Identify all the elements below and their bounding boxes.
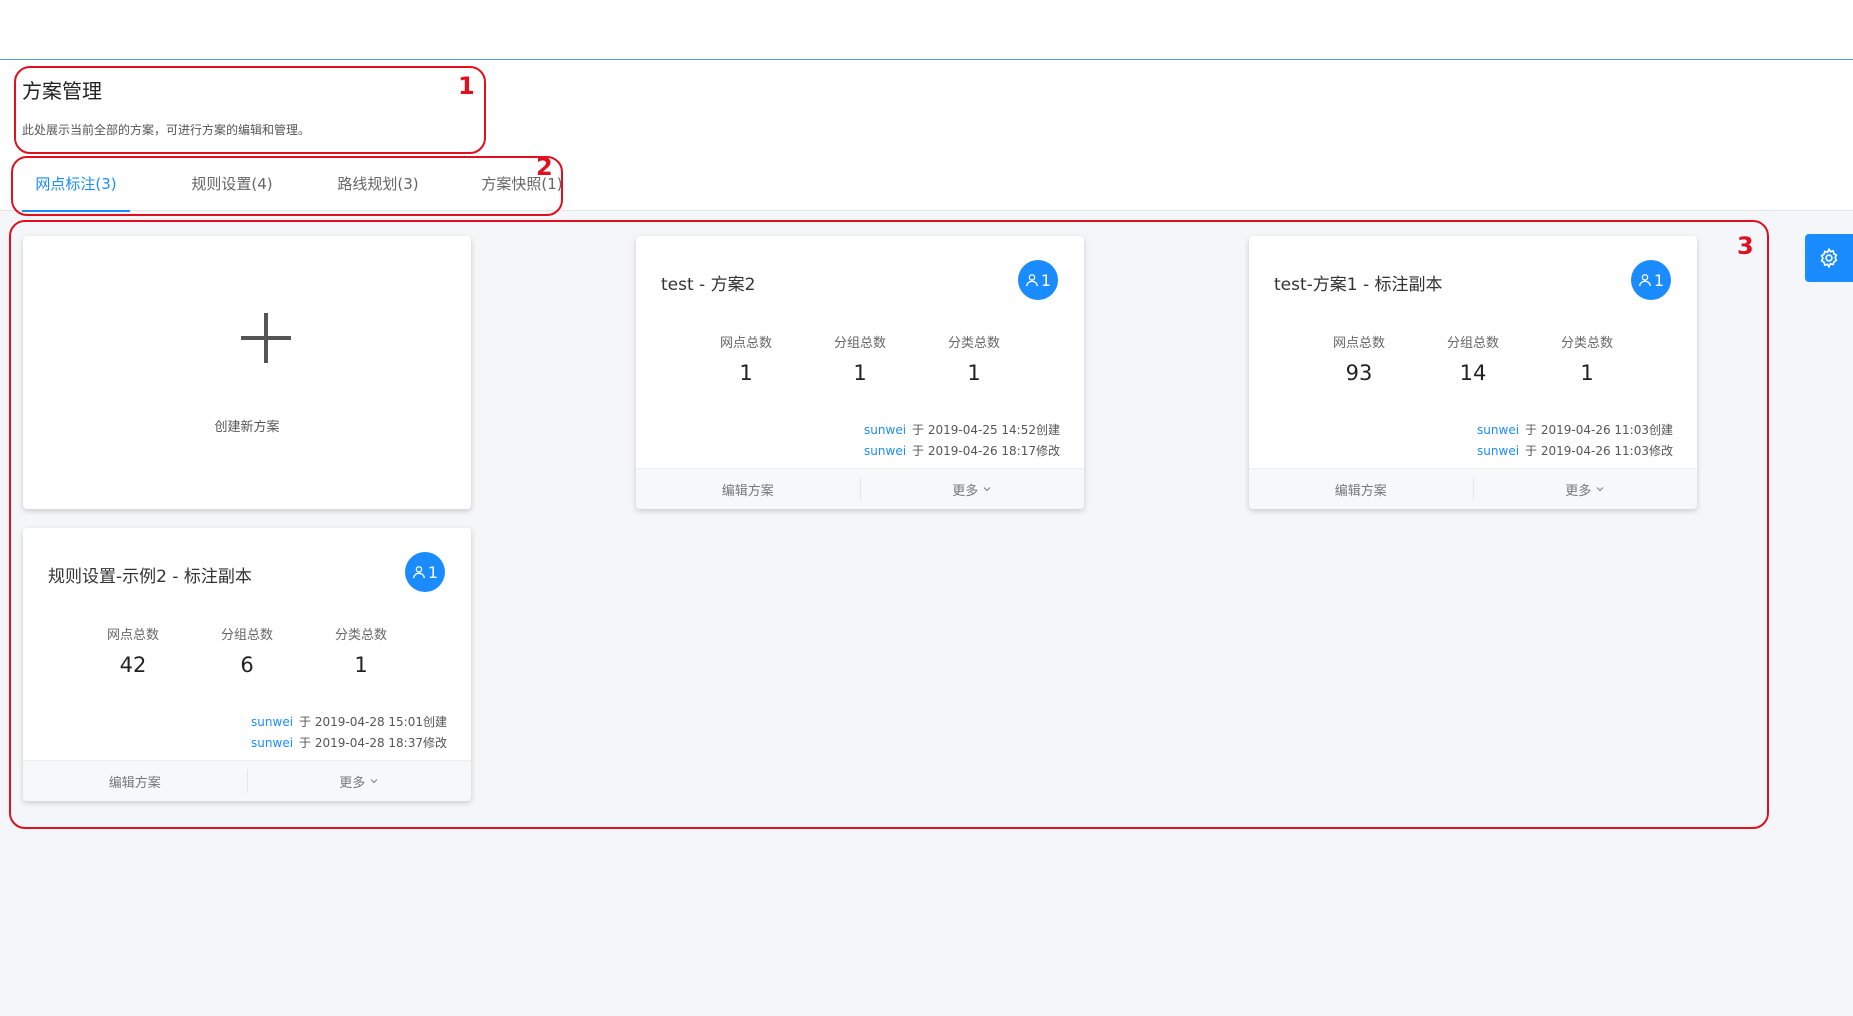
edit-plan-button[interactable]: 编辑方案 [636, 469, 860, 509]
create-plan-card[interactable]: 创建新方案 [23, 236, 471, 509]
user-count: 1 [1040, 270, 1052, 290]
stat-groups: 分组总数 1 [833, 336, 886, 385]
plan-card: test-方案1 - 标注副本 1 网点总数 93 分组总数 14 分类总数 1… [1249, 236, 1697, 509]
plan-title: 规则设置-示例2 - 标注副本 [48, 567, 252, 587]
stat-points: 网点总数 1 [719, 336, 772, 385]
tab-rule-settings[interactable]: 规则设置(4) [172, 172, 292, 210]
page-description: 此处展示当前全部的方案，可进行方案的编辑和管理。 [22, 123, 311, 137]
modifier-link[interactable]: sunwei [251, 736, 293, 750]
card-footer: 编辑方案 更多 [636, 468, 1084, 509]
stat-points: 网点总数 93 [1332, 336, 1385, 385]
creator-link[interactable]: sunwei [1477, 423, 1519, 437]
edit-plan-button[interactable]: 编辑方案 [23, 761, 247, 801]
stat-points: 网点总数 42 [106, 628, 159, 677]
stat-categories: 分类总数 1 [334, 628, 387, 677]
more-button[interactable]: 更多 [248, 761, 472, 801]
card-footer: 编辑方案 更多 [23, 760, 471, 801]
user-count-badge[interactable]: 1 [405, 552, 445, 592]
card-footer: 编辑方案 更多 [1249, 468, 1697, 509]
modified-info: sunwei 于 2019-04-26 11:03修改 [1477, 444, 1673, 458]
more-button[interactable]: 更多 [1474, 469, 1698, 509]
created-info: sunwei 于 2019-04-28 15:01创建 [251, 715, 447, 729]
modified-info: sunwei 于 2019-04-28 18:37修改 [251, 736, 447, 750]
page-title: 方案管理 [22, 79, 102, 103]
stat-groups: 分组总数 14 [1446, 336, 1499, 385]
more-button[interactable]: 更多 [861, 469, 1085, 509]
stat-categories: 分类总数 1 [1560, 336, 1613, 385]
creator-link[interactable]: sunwei [251, 715, 293, 729]
tab-route-planning[interactable]: 路线规划(3) [318, 172, 438, 210]
chevron-down-icon [1596, 487, 1604, 492]
user-count: 1 [1653, 270, 1665, 290]
tab-plan-snapshot[interactable]: 方案快照(1) [462, 172, 582, 210]
chevron-down-icon [983, 487, 991, 492]
annotation-label: 2 [536, 153, 553, 181]
plan-title: test - 方案2 [661, 275, 756, 295]
tab-point-annotation[interactable]: 网点标注(3) [22, 172, 130, 212]
edit-plan-button[interactable]: 编辑方案 [1249, 469, 1473, 509]
created-info: sunwei 于 2019-04-26 11:03创建 [1477, 423, 1673, 437]
modifier-link[interactable]: sunwei [1477, 444, 1519, 458]
user-count-badge[interactable]: 1 [1018, 260, 1058, 300]
plan-card: test - 方案2 1 网点总数 1 分组总数 1 分类总数 1 sunwei… [636, 236, 1084, 509]
user-count-badge[interactable]: 1 [1631, 260, 1671, 300]
annotation-label: 1 [458, 72, 475, 100]
annotation-label: 3 [1737, 232, 1754, 260]
user-icon [1026, 274, 1038, 287]
created-info: sunwei 于 2019-04-25 14:52创建 [864, 423, 1060, 437]
modified-info: sunwei 于 2019-04-26 18:17修改 [864, 444, 1060, 458]
plan-title: test-方案1 - 标注副本 [1274, 275, 1443, 295]
modifier-link[interactable]: sunwei [864, 444, 906, 458]
settings-button[interactable] [1805, 234, 1853, 282]
creator-link[interactable]: sunwei [864, 423, 906, 437]
stat-categories: 分类总数 1 [947, 336, 1000, 385]
user-count: 1 [427, 562, 439, 582]
top-bar [0, 0, 1853, 60]
user-icon [413, 566, 425, 579]
chevron-down-icon [370, 779, 378, 784]
create-plan-label: 创建新方案 [214, 420, 280, 435]
user-icon [1639, 274, 1651, 287]
plan-card: 规则设置-示例2 - 标注副本 1 网点总数 42 分组总数 6 分类总数 1 … [23, 528, 471, 801]
gear-icon [1820, 247, 1838, 269]
stat-groups: 分组总数 6 [220, 628, 273, 677]
